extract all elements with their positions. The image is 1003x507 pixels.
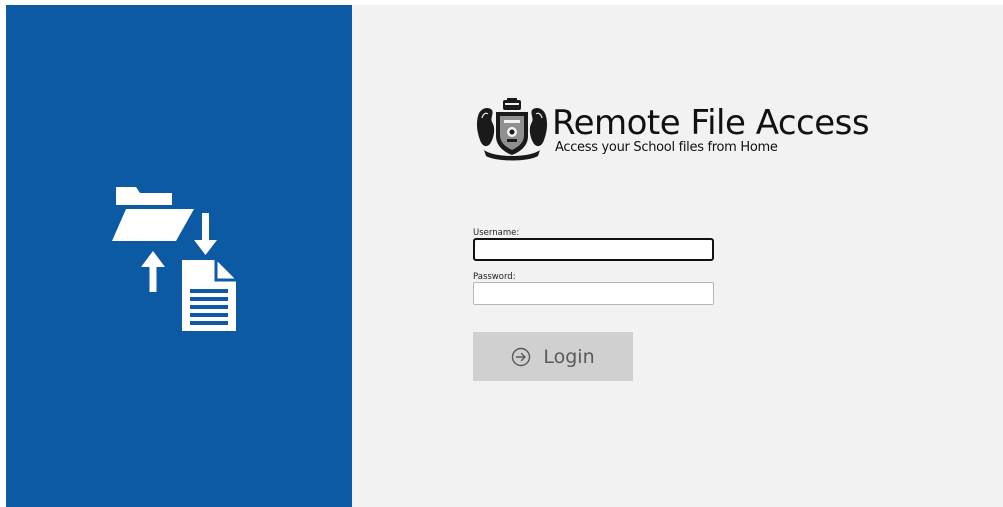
password-label: Password: xyxy=(473,272,516,282)
login-button-label: Login xyxy=(543,345,595,368)
username-label: Username: xyxy=(473,228,520,238)
password-input[interactable] xyxy=(473,282,714,305)
right-panel: Remote File Access Access your School fi… xyxy=(352,5,1003,507)
app-title: Remote File Access xyxy=(552,103,870,143)
file-transfer-icon xyxy=(112,187,236,331)
username-input[interactable] xyxy=(473,238,714,261)
arrow-circle-right-icon xyxy=(512,347,531,366)
app-subtitle: Access your School files from Home xyxy=(555,140,778,155)
school-crest-icon xyxy=(476,98,548,161)
login-button[interactable]: Login xyxy=(473,332,633,381)
left-panel xyxy=(6,5,352,507)
